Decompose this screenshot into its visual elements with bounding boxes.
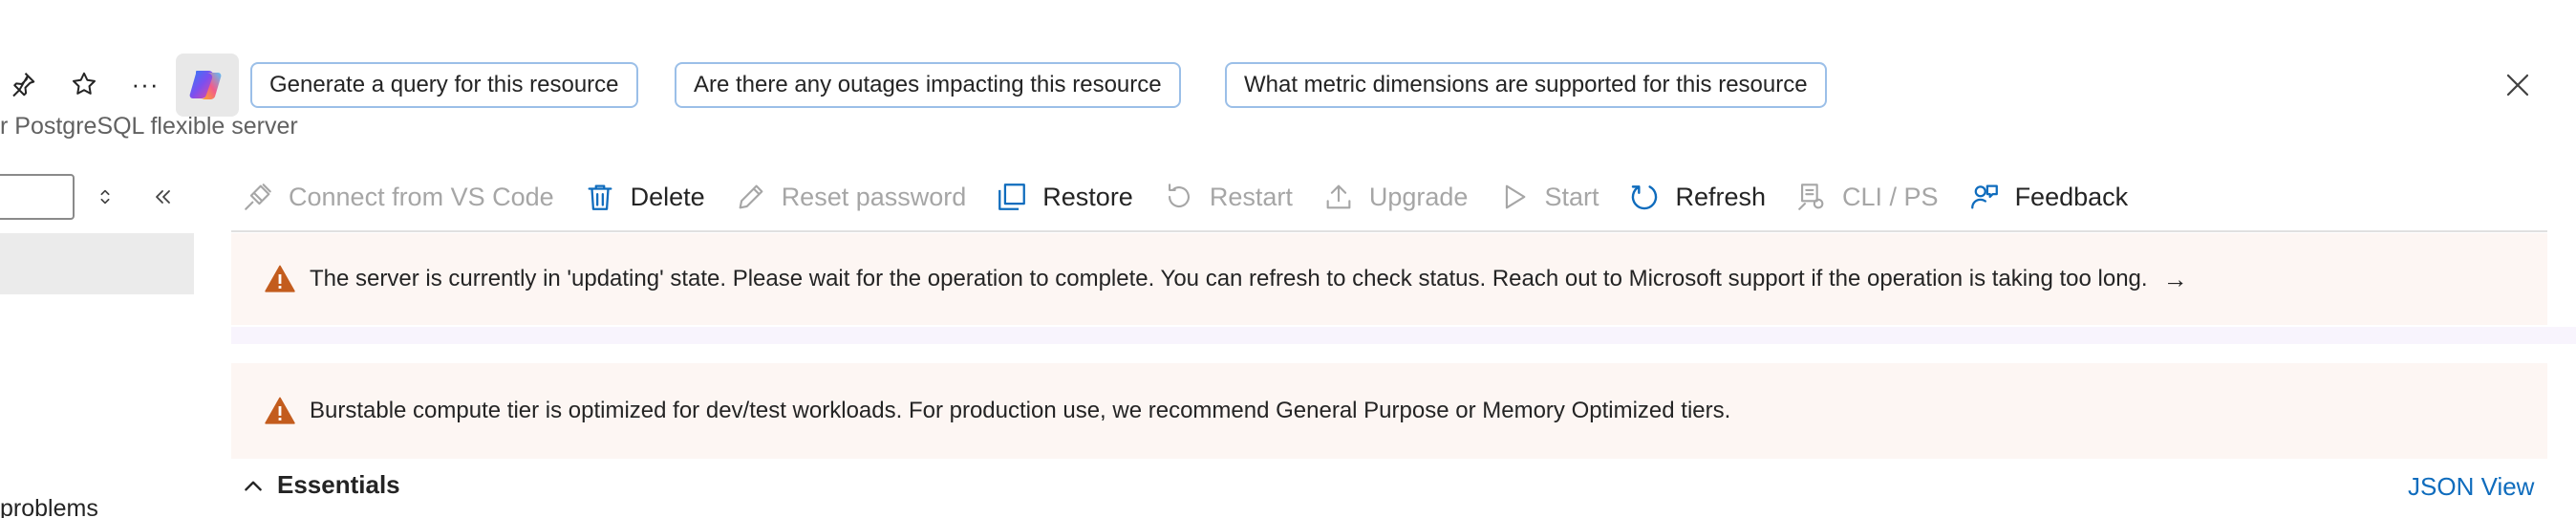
refresh-button[interactable]: Refresh	[1627, 180, 1766, 214]
updating-banner-text: The server is currently in 'updating' st…	[310, 266, 2148, 291]
upload-icon	[1321, 180, 1356, 214]
upgrade-button[interactable]: Upgrade	[1321, 180, 1468, 214]
burstable-banner-text: Burstable compute tier is optimized for …	[310, 398, 1731, 423]
json-view-link[interactable]: JSON View	[2408, 472, 2534, 502]
sidebar-item-selected[interactable]	[0, 233, 194, 294]
collapse-sidebar-icon[interactable]	[145, 180, 180, 214]
copilot-icon	[189, 71, 222, 99]
feedback-icon	[1967, 180, 2002, 214]
trash-icon	[583, 180, 617, 214]
cli-ps-button[interactable]: CLI / PS	[1794, 180, 1939, 214]
sidebar-item-problems[interactable]: problems	[0, 495, 98, 518]
restore-icon	[995, 180, 1029, 214]
sort-icon[interactable]	[88, 180, 122, 214]
delete-button[interactable]: Delete	[583, 180, 705, 214]
pencil-icon	[734, 180, 768, 214]
sidebar-search-input[interactable]	[0, 174, 75, 220]
cli-icon	[1794, 180, 1829, 214]
chevron-up-icon	[245, 481, 262, 491]
updating-state-banner[interactable]: The server is currently in 'updating' st…	[231, 233, 2547, 325]
toolbar-divider	[231, 230, 2547, 232]
restore-button[interactable]: Restore	[995, 180, 1133, 214]
restart-button[interactable]: Restart	[1162, 180, 1293, 214]
resource-type-subtitle: r PostgreSQL flexible server	[0, 113, 298, 140]
close-button[interactable]	[2496, 63, 2540, 107]
reset-password-button[interactable]: Reset password	[734, 180, 966, 214]
essentials-label: Essentials	[277, 470, 400, 499]
refresh-icon	[1627, 180, 1662, 214]
suggestion-chip-outages[interactable]: Are there any outages impacting this res…	[675, 62, 1181, 108]
close-icon	[2506, 74, 2529, 97]
suggestion-chip-query[interactable]: Generate a query for this resource	[250, 62, 638, 108]
banner-separator	[231, 327, 2576, 344]
copilot-button[interactable]	[176, 54, 239, 117]
feedback-button[interactable]: Feedback	[1967, 180, 2128, 214]
star-icon[interactable]	[65, 65, 103, 103]
burstable-tier-banner: Burstable compute tier is optimized for …	[231, 363, 2547, 459]
connect-icon	[241, 180, 275, 214]
essentials-toggle[interactable]: Essentials	[241, 470, 400, 500]
pin-icon[interactable]	[4, 65, 42, 103]
arrow-right-icon[interactable]: →	[2163, 265, 2188, 294]
restart-icon	[1162, 180, 1196, 214]
start-button[interactable]: Start	[1496, 180, 1599, 214]
more-icon[interactable]: ···	[126, 65, 164, 103]
suggestion-chip-metrics[interactable]: What metric dimensions are supported for…	[1225, 62, 1827, 108]
connect-vscode-button[interactable]: Connect from VS Code	[241, 180, 554, 214]
warning-icon	[265, 397, 295, 424]
command-bar: Connect from VS Code Delete Reset passwo…	[241, 172, 2157, 222]
warning-icon	[265, 265, 295, 292]
play-icon	[1496, 180, 1531, 214]
